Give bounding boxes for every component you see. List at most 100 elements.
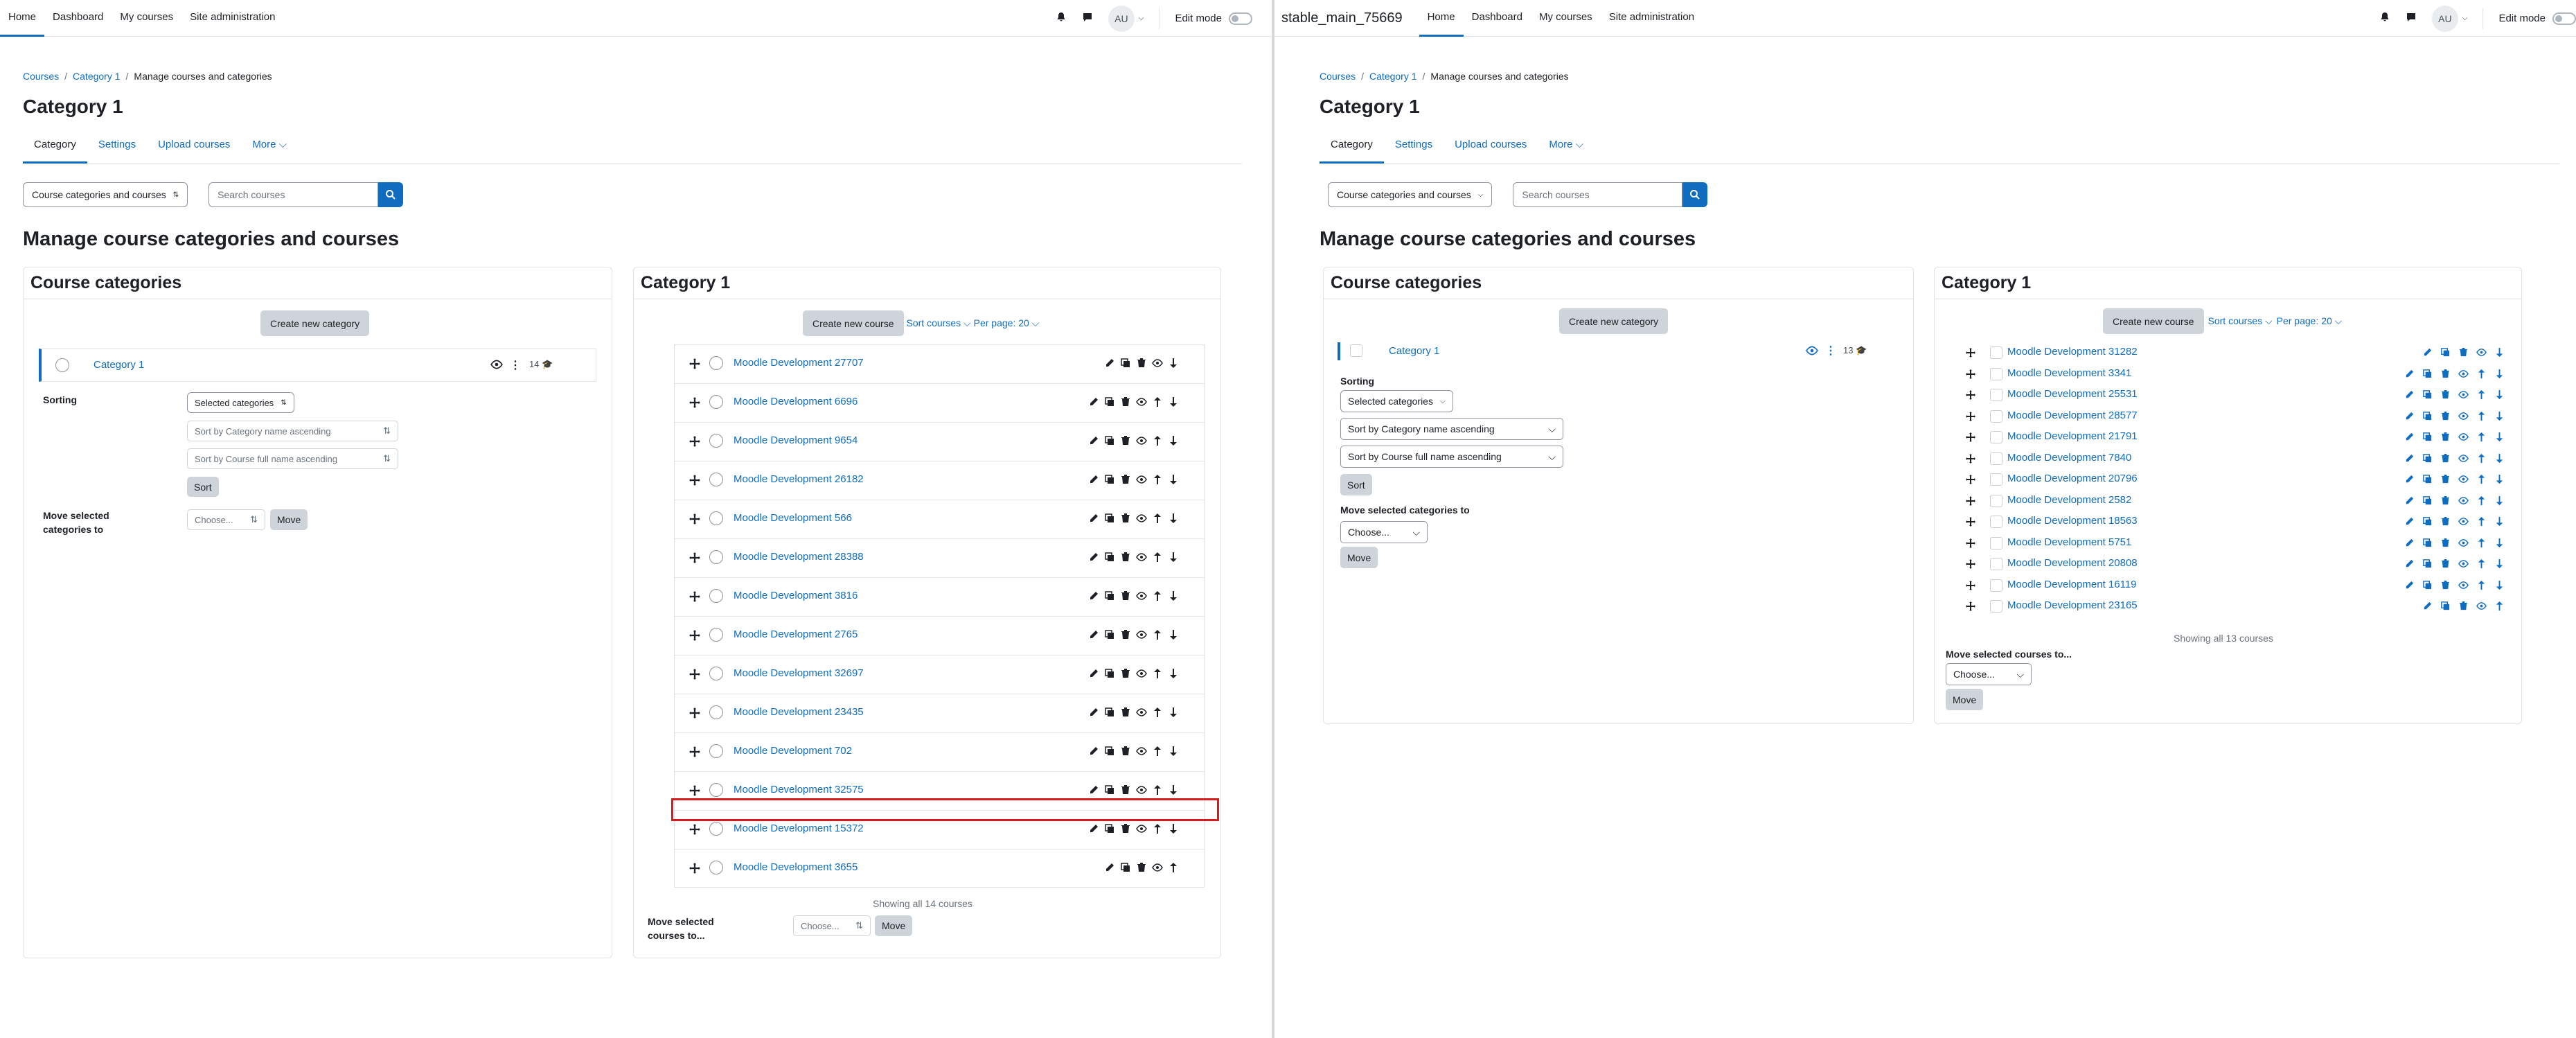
bell-icon[interactable] (2379, 12, 2390, 26)
move-down-icon[interactable] (2494, 389, 2505, 403)
course-checkbox[interactable] (1990, 516, 2002, 528)
eye-icon[interactable] (2458, 369, 2469, 382)
course-link[interactable]: Moodle Development 3655 (734, 861, 858, 873)
copy-icon[interactable] (1104, 552, 1115, 565)
move-down-icon[interactable] (2494, 453, 2505, 466)
move-down-icon[interactable] (1168, 784, 1179, 798)
search-input[interactable]: Search courses (208, 182, 379, 207)
tab-category[interactable]: Category (23, 133, 87, 164)
move-icon[interactable] (1965, 347, 1976, 361)
course-checkbox[interactable] (709, 628, 723, 642)
kebab-menu-icon[interactable]: ⋮ (510, 358, 521, 372)
move-icon[interactable] (689, 668, 701, 683)
edit-icon[interactable] (1088, 513, 1099, 527)
copy-icon[interactable] (2440, 347, 2451, 360)
move-up-icon[interactable] (2476, 538, 2487, 551)
move-icon[interactable] (1965, 369, 1976, 382)
view-select[interactable]: Course categories and courses ⇅ (23, 182, 188, 207)
edit-icon[interactable] (2404, 580, 2415, 593)
course-checkbox[interactable] (1990, 579, 2002, 592)
move-course-select[interactable]: Choose... ⌵ (1946, 663, 2032, 685)
course-checkbox[interactable] (709, 822, 723, 836)
delete-icon[interactable] (1120, 629, 1131, 643)
create-course-button[interactable]: Create new course (803, 310, 904, 336)
course-link[interactable]: Moodle Development 3341 (2007, 367, 2131, 379)
edit-icon[interactable] (1104, 862, 1115, 876)
course-checkbox[interactable] (709, 861, 723, 874)
delete-icon[interactable] (1120, 396, 1131, 410)
move-category-select[interactable]: Choose... ⌵ (1340, 521, 1428, 543)
eye-icon[interactable] (2458, 516, 2469, 529)
nav-dashboard[interactable]: Dashboard (44, 0, 112, 37)
course-checkbox[interactable] (709, 667, 723, 680)
edit-icon[interactable] (1088, 629, 1099, 643)
course-link[interactable]: Moodle Development 2765 (734, 628, 858, 640)
course-checkbox[interactable] (709, 434, 723, 448)
delete-icon[interactable] (2440, 558, 2451, 572)
toggle-switch[interactable] (2552, 12, 2576, 25)
sort-category-select[interactable]: Sort by Category name ascending ⇅ (187, 421, 398, 441)
copy-icon[interactable] (1104, 474, 1115, 488)
course-link[interactable]: Moodle Development 16119 (2007, 579, 2137, 590)
move-course-select[interactable]: Choose... ⇅ (793, 915, 871, 936)
move-down-icon[interactable] (2494, 369, 2505, 382)
move-icon[interactable] (689, 396, 701, 412)
edit-mode-toggle[interactable]: Edit mode (1175, 12, 1252, 25)
edit-icon[interactable] (2404, 558, 2415, 572)
eye-icon[interactable] (1136, 513, 1147, 527)
move-category-select[interactable]: Choose... ⇅ (187, 509, 265, 530)
nav-home[interactable]: Home (1419, 0, 1464, 37)
move-down-icon[interactable] (2494, 474, 2505, 487)
move-icon[interactable] (689, 474, 701, 489)
tab-settings[interactable]: Settings (87, 133, 147, 164)
move-icon[interactable] (689, 552, 701, 567)
delete-icon[interactable] (2440, 389, 2451, 403)
nav-my-courses[interactable]: My courses (1531, 0, 1601, 37)
edit-icon[interactable] (2404, 538, 2415, 551)
course-link[interactable]: Moodle Development 20808 (2007, 557, 2138, 569)
delete-icon[interactable] (2440, 432, 2451, 445)
move-up-icon[interactable] (2476, 474, 2487, 487)
eye-icon[interactable] (2458, 389, 2469, 403)
eye-icon[interactable] (1136, 629, 1147, 643)
move-up-icon[interactable] (2476, 580, 2487, 593)
copy-icon[interactable] (2422, 453, 2433, 466)
move-categories-button[interactable]: Move (1340, 547, 1378, 568)
edit-icon[interactable] (2404, 495, 2415, 509)
nav-home[interactable]: Home (0, 0, 45, 37)
eye-icon[interactable] (2458, 453, 2469, 466)
delete-icon[interactable] (1120, 513, 1131, 527)
move-icon[interactable] (689, 746, 701, 761)
move-up-icon[interactable] (2476, 558, 2487, 572)
nav-my-courses[interactable]: My courses (112, 0, 181, 37)
move-up-icon[interactable] (2476, 369, 2487, 382)
move-up-icon[interactable] (1152, 668, 1163, 682)
move-up-icon[interactable] (2476, 495, 2487, 509)
eye-icon[interactable] (1136, 746, 1147, 759)
sorting-select[interactable]: Selected categories ⌵ (1340, 390, 1453, 412)
category-checkbox[interactable] (55, 358, 69, 372)
move-up-icon[interactable] (2476, 389, 2487, 403)
edit-icon[interactable] (1088, 784, 1099, 798)
move-icon[interactable] (689, 435, 701, 450)
course-checkbox[interactable] (1990, 473, 2002, 486)
tab-more[interactable]: More ⌵ (1538, 133, 1595, 164)
search-input[interactable]: Search courses (1513, 182, 1683, 207)
move-down-icon[interactable] (2494, 580, 2505, 593)
search-button[interactable] (1682, 182, 1708, 207)
copy-icon[interactable] (1104, 668, 1115, 682)
move-down-icon[interactable] (1168, 552, 1179, 565)
edit-icon[interactable] (2422, 601, 2433, 614)
course-link[interactable]: Moodle Development 25531 (2007, 388, 2138, 400)
move-icon[interactable] (1965, 495, 1976, 509)
edit-icon[interactable] (1088, 435, 1099, 449)
move-icon[interactable] (1965, 601, 1976, 615)
breadcrumb-category[interactable]: Category 1 (1369, 71, 1416, 82)
eye-icon[interactable] (2476, 347, 2487, 360)
tab-more[interactable]: More ⌵ (241, 133, 298, 164)
sort-course-select[interactable]: Sort by Course full name ascending ⌵ (1340, 446, 1563, 468)
edit-icon[interactable] (1088, 396, 1099, 410)
copy-icon[interactable] (2422, 411, 2433, 424)
course-checkbox[interactable] (709, 783, 723, 797)
move-down-icon[interactable] (1168, 668, 1179, 682)
